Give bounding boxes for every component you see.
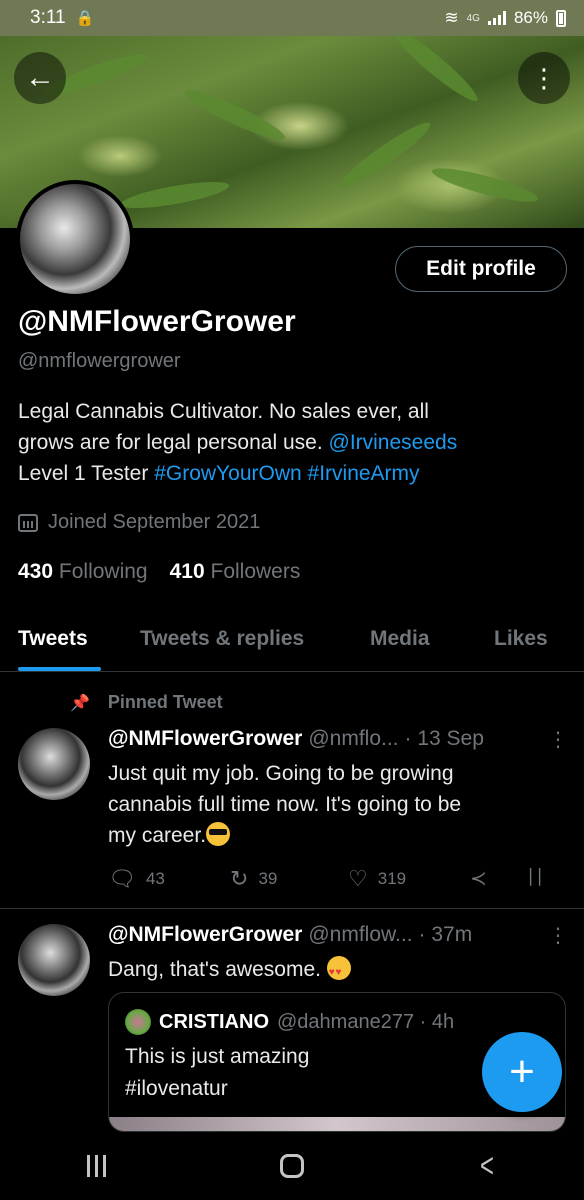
system-nav-bar: < (0, 1132, 584, 1200)
tweet-header: @NMFlowerGrower @nmflo... · 13 Sep ⋮ (108, 727, 568, 751)
like-button[interactable]: ♡ 319 (348, 866, 406, 892)
profile-avatar[interactable] (16, 180, 134, 298)
following-link[interactable]: 430 Following (18, 560, 148, 584)
tweet-avatar[interactable] (18, 728, 90, 800)
tweet-author-name[interactable]: @NMFlowerGrower (108, 923, 302, 947)
status-time: 3:11 (30, 7, 66, 28)
battery-percent: 86% (513, 8, 548, 27)
tweet-header: @NMFlowerGrower @nmflow... · 37m ⋮ (108, 923, 568, 947)
tweet-more-icon[interactable]: ⋮ (548, 727, 568, 752)
heart-icon: ♡ (348, 866, 368, 891)
lock-icon: 🔒 (75, 10, 95, 27)
tab-likes[interactable]: Likes (494, 612, 548, 651)
more-vertical-icon[interactable]: ⋮ (518, 52, 570, 104)
tweet-author-handle: @nmflow... (308, 923, 413, 946)
profile-bio: Legal Cannabis Cultivator. No sales ever… (18, 396, 558, 489)
tweet-time: · 13 Sep (404, 727, 484, 750)
retweet-icon: ↻ (230, 866, 249, 891)
quoted-author-name: CRISTIANO (159, 1010, 269, 1033)
sunglasses-emoji-icon (206, 822, 231, 846)
quoted-author-handle: @dahmane277 · 4h (277, 1010, 455, 1033)
status-indicators: ≋ 4G 86% (444, 8, 566, 28)
follow-stats: 430 Following 410 Followers (18, 560, 300, 584)
tweet-text: Dang, that's awesome. (108, 954, 548, 988)
signal-icon (487, 11, 506, 25)
retweet-button[interactable]: ↻ 39 (230, 866, 277, 892)
network-type: 4G (466, 12, 480, 24)
quoted-avatar (125, 1009, 151, 1035)
analytics-icon[interactable]: ∣∣ (526, 866, 544, 887)
quoted-tweet-header: CRISTIANO @dahmane277 · 4h (125, 1009, 454, 1035)
battery-icon (556, 9, 566, 27)
display-name: @NMFlowerGrower (18, 305, 296, 338)
bio-line: Level 1 Tester #GrowYourOwn #IrvineArmy (18, 462, 420, 485)
calendar-icon (18, 513, 38, 532)
pinned-label: 📌 Pinned Tweet (70, 692, 223, 712)
quoted-tweet-text: This is just amazing #ilovenatur (125, 1045, 310, 1100)
tweet-more-icon[interactable]: ⋮ (548, 923, 568, 948)
nav-back-icon[interactable]: < (480, 1147, 494, 1186)
followers-link[interactable]: 410 Followers (170, 560, 301, 584)
compose-plus-icon[interactable]: + (482, 1032, 562, 1112)
hashtag-link[interactable]: #IrvineArmy (308, 462, 420, 485)
profile-tabs: Tweets Tweets & replies Media Likes (0, 612, 584, 672)
recents-icon[interactable] (86, 1155, 106, 1177)
reply-icon: 🗨 (108, 866, 136, 891)
tab-tweets[interactable]: Tweets (18, 612, 88, 651)
profile-handle: @nmflowergrower (18, 350, 181, 372)
tab-media[interactable]: Media (370, 612, 430, 651)
back-arrow-icon[interactable]: ← (14, 52, 66, 104)
wifi-icon: ≋ (444, 8, 459, 27)
tab-tweets-replies[interactable]: Tweets & replies (140, 612, 304, 651)
tweet-author-handle: @nmflo... (308, 727, 399, 750)
tweet-time: · 37m (418, 923, 473, 946)
tweet-avatar[interactable] (18, 924, 90, 996)
edit-profile-button[interactable]: Edit profile (395, 246, 567, 292)
bio-line: grows are for legal personal use. @Irvin… (18, 431, 458, 454)
heart-eyes-emoji-icon (326, 956, 351, 988)
pin-icon: 📌 (70, 694, 90, 712)
status-bar: 3:11 🔒 ≋ 4G 86% (0, 0, 584, 36)
tweet-text: Just quit my job. Going to be growing ca… (108, 762, 462, 847)
active-tab-indicator (18, 667, 101, 671)
home-icon[interactable] (279, 1154, 304, 1178)
bio-line: Legal Cannabis Cultivator. No sales ever… (18, 400, 429, 423)
hashtag-link[interactable]: #GrowYourOwn (154, 462, 301, 485)
tweet-author-name[interactable]: @NMFlowerGrower (108, 727, 302, 751)
joined-date: Joined September 2021 (18, 511, 260, 534)
share-icon[interactable]: ≺ (470, 866, 487, 891)
mention-link[interactable]: @Irvineseeds (329, 431, 458, 454)
reply-button[interactable]: 🗨 43 (108, 866, 165, 892)
quoted-media (109, 1117, 565, 1131)
